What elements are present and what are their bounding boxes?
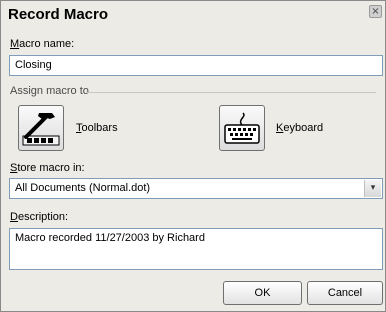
macro-name-mnemonic: M [10,38,20,50]
description-mnemonic: D [10,211,18,223]
toolbars-label: Toolbars [76,122,118,134]
toolbar-hammer-icon [22,113,60,146]
description-label-rest: escription: [17,211,69,223]
keyboard-icon [224,112,260,144]
toolbars-label-rest: oolbars [81,122,118,134]
keyboard-label: Keyboard [276,122,323,134]
title-bar[interactable]: Record Macro × [1,1,385,29]
assign-macro-group-label: Assign macro to [10,85,89,97]
description-label: Description: [10,211,68,223]
macro-name-label-rest: acro name: [19,38,75,50]
macro-name-label: Macro name: [10,38,74,50]
macro-name-input[interactable]: Closing [9,55,383,76]
store-macro-selected-value: All Documents (Normal.dot) [15,182,151,194]
toolbars-button[interactable] [18,105,64,151]
group-divider [86,92,376,93]
ok-button[interactable]: OK [223,281,302,305]
close-icon[interactable]: × [369,5,382,18]
record-macro-dialog: Record Macro × Macro name: Closing Assig… [0,0,386,312]
store-macro-label: Store macro in: [10,162,85,174]
cancel-button[interactable]: Cancel [307,281,383,305]
description-input[interactable]: Macro recorded 11/27/2003 by Richard [9,228,383,270]
keyboard-label-rest: eyboard [283,122,324,134]
dialog-title: Record Macro [8,6,109,23]
chevron-down-icon[interactable]: ▾ [364,180,381,197]
keyboard-button[interactable] [219,105,265,151]
store-macro-label-rest: tore macro in: [17,162,85,174]
store-macro-select[interactable]: All Documents (Normal.dot) ▾ [9,178,383,199]
